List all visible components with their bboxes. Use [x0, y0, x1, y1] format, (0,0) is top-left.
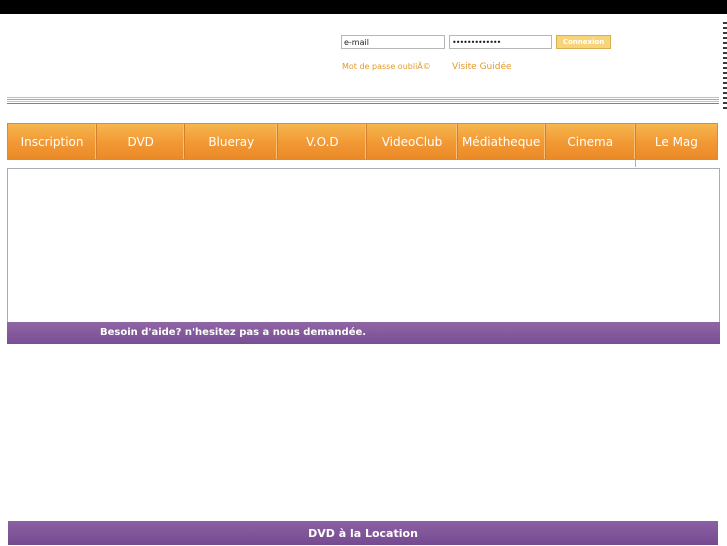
- divider-line: [7, 99, 719, 100]
- top-black-bar: [0, 0, 727, 14]
- nav-item-videoclub[interactable]: VideoClub: [367, 124, 458, 159]
- nav-item-dvd[interactable]: DVD: [97, 124, 186, 159]
- right-edge-strip: [723, 22, 727, 112]
- divider-line: [7, 101, 719, 102]
- email-field[interactable]: [341, 35, 445, 49]
- nav-item-vod[interactable]: V.O.D: [278, 124, 368, 159]
- divider-line: [7, 103, 719, 104]
- footer-dvd-location-bar[interactable]: DVD à la Location: [8, 521, 718, 545]
- forgot-password-link[interactable]: Mot de passe oubliÃ©: [342, 62, 431, 71]
- divider-line: [7, 97, 719, 98]
- guided-tour-link[interactable]: Visite Guidée: [452, 62, 512, 72]
- header-divider-lines: [7, 97, 719, 105]
- nav-item-mediatheque[interactable]: Médiatheque: [458, 124, 546, 159]
- content-panel: [7, 168, 720, 344]
- nav-item-cinema[interactable]: Cinema: [546, 124, 636, 159]
- help-bar[interactable]: Besoin d'aide? n'hesitez pas a nous dema…: [7, 322, 720, 344]
- nav-item-inscription[interactable]: Inscription: [8, 124, 98, 159]
- nav-item-le-mag[interactable]: Le Mag: [636, 124, 717, 159]
- main-navigation: Inscription DVD Blueray V.O.D VideoClub …: [7, 123, 718, 160]
- nav-tick-mark: [635, 160, 636, 167]
- connexion-button[interactable]: Connexion: [556, 35, 611, 49]
- password-field[interactable]: [449, 35, 552, 49]
- nav-item-blueray[interactable]: Blueray: [185, 124, 279, 159]
